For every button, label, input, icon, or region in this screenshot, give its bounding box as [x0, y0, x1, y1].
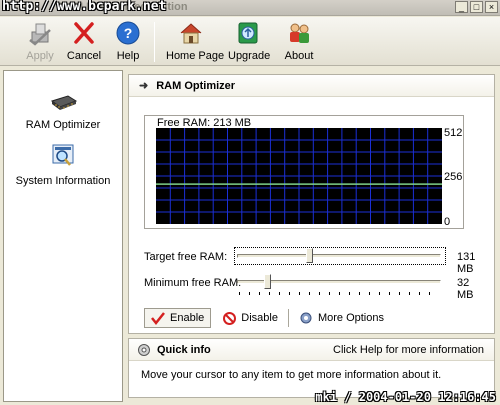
- home-icon: [180, 23, 202, 44]
- timestamp-watermark: mki / 2004-01-20 12:16:45: [315, 390, 496, 404]
- upgrade-icon: [238, 22, 258, 44]
- help-icon: ?: [116, 21, 140, 45]
- sidebar-item-system-information[interactable]: System Information: [4, 143, 122, 187]
- minimum-ram-label: Minimum free RAM:: [144, 277, 242, 289]
- target-ram-track[interactable]: [237, 254, 441, 258]
- free-ram-graph: [156, 128, 442, 224]
- more-options-button[interactable]: More Options: [293, 308, 390, 328]
- minimum-ram-value: 32 MB: [457, 277, 474, 301]
- quick-info-hint: Click Help for more information: [333, 344, 484, 356]
- panel-title: RAM Optimizer: [156, 79, 236, 92]
- target-ram-slider-thumb[interactable]: [306, 248, 314, 263]
- cancel-x-icon: [74, 22, 94, 44]
- minimum-ram-slider-thumb[interactable]: [263, 274, 271, 289]
- no-entry-icon: [223, 311, 237, 325]
- quick-info-panel: Quick info Click Help for more informati…: [128, 338, 495, 398]
- checkmark-icon: [151, 312, 165, 325]
- target-ram-value: 131 MB: [457, 251, 476, 275]
- about-button[interactable]: About: [282, 20, 316, 64]
- about-people-icon: [290, 23, 309, 43]
- y-axis-max-label: 512: [444, 127, 463, 139]
- title-bar: RAM Idle Limited Edition http://www.bcpa…: [0, 0, 500, 16]
- svg-text:?: ?: [124, 25, 133, 41]
- watermark: http://www.bcpark.net: [2, 0, 167, 14]
- enable-button[interactable]: Enable: [144, 308, 212, 328]
- magnifier-screen-icon: [52, 144, 74, 166]
- main-content: ➜ RAM Optimizer Free RAM: 213 MB 512 256…: [128, 70, 497, 402]
- gear-icon: [300, 312, 312, 324]
- slider-ticks: [239, 292, 439, 295]
- info-gear-icon: [138, 343, 150, 356]
- arrow-right-icon: ➜: [139, 80, 149, 92]
- ram-optimizer-panel: ➜ RAM Optimizer Free RAM: 213 MB 512 256…: [128, 74, 495, 334]
- maximize-button[interactable]: □: [470, 1, 483, 13]
- sidebar-item-ram-optimizer[interactable]: RAM Optimizer: [4, 93, 122, 131]
- panel-header: ➜ RAM Optimizer: [129, 75, 494, 97]
- help-button[interactable]: ? Help: [111, 20, 145, 64]
- quick-info-title: Quick info: [157, 343, 211, 356]
- cancel-button[interactable]: Cancel: [66, 20, 102, 64]
- action-separator: [287, 309, 289, 327]
- quick-info-body: Move your cursor to any item to get more…: [141, 369, 442, 381]
- homepage-button[interactable]: Home Page: [166, 20, 224, 64]
- apply-icon: [29, 23, 51, 46]
- memory-chip-icon: [50, 95, 78, 110]
- close-button[interactable]: ×: [485, 1, 498, 13]
- apply-button[interactable]: Apply: [22, 20, 58, 64]
- sidebar: RAM Optimizer System Information: [3, 70, 123, 402]
- toolbar: Apply Cancel ? Help Home Page Upgrade Ab…: [0, 17, 500, 66]
- y-axis-min-label: 0: [444, 216, 451, 228]
- upgrade-button[interactable]: Upgrade: [228, 20, 270, 64]
- toolbar-separator: [154, 22, 155, 62]
- target-ram-label: Target free RAM:: [144, 251, 228, 263]
- target-ram-slider-row: Target free RAM: 131 MB: [144, 247, 484, 275]
- quick-info-header: Quick info Click Help for more informati…: [129, 339, 494, 361]
- y-axis-mid-label: 256: [444, 171, 463, 183]
- minimum-ram-slider-row: Minimum free RAM: 32 MB: [144, 273, 484, 301]
- action-bar: Enable Disable More Options: [144, 307, 390, 329]
- disable-button[interactable]: Disable: [217, 308, 284, 328]
- minimize-button[interactable]: _: [455, 1, 468, 13]
